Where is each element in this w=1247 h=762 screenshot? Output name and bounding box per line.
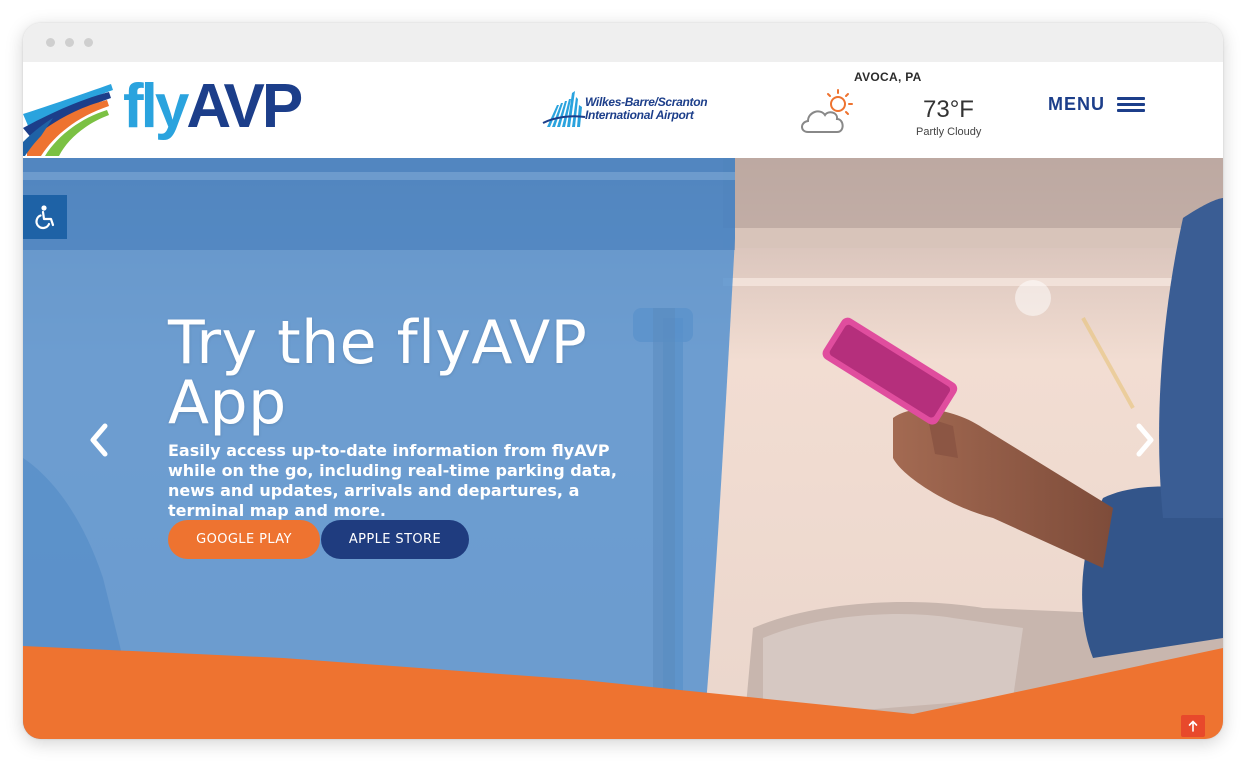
window-dot — [46, 38, 55, 47]
scroll-to-top-button[interactable] — [1181, 715, 1205, 737]
site-header: flyAVP Wilkes-Barre/Scranton Internation… — [23, 62, 1223, 158]
arrow-up-icon — [1188, 720, 1198, 732]
accessibility-button[interactable] — [23, 195, 67, 239]
google-play-button[interactable]: GOOGLE PLAY — [168, 520, 320, 559]
hero-slider: Try the flyAVP App Easily access up-to-d… — [23, 158, 1223, 739]
window-dot — [84, 38, 93, 47]
hamburger-icon — [1117, 96, 1145, 113]
menu-label: MENU — [1048, 94, 1105, 114]
chevron-right-icon — [1136, 423, 1154, 457]
airport-logo[interactable]: Wilkes-Barre/Scranton International Airp… — [541, 87, 721, 131]
airport-wing-icon — [542, 91, 586, 127]
flyavp-logo-text[interactable]: flyAVP — [123, 76, 303, 138]
airport-name-line2: International Airport — [585, 108, 694, 122]
orange-footer-band — [23, 646, 1223, 739]
weather-location: AVOCA, PA — [854, 70, 922, 84]
menu-button[interactable]: MENU — [1048, 94, 1145, 115]
partly-cloudy-icon — [801, 89, 853, 133]
carousel-prev-button[interactable] — [85, 420, 113, 460]
browser-window: flyAVP Wilkes-Barre/Scranton Internation… — [23, 23, 1223, 739]
weather-temperature: 73°F — [923, 96, 974, 123]
apple-store-button[interactable]: APPLE STORE — [321, 520, 469, 559]
weather-condition: Partly Cloudy — [916, 126, 982, 138]
logo-suffix: AVP — [186, 72, 303, 141]
carousel-next-button[interactable] — [1131, 420, 1159, 460]
flyavp-logo-mark[interactable] — [23, 84, 113, 156]
hero-description: Easily access up-to-date information fro… — [168, 441, 617, 520]
window-dot — [65, 38, 74, 47]
hero-title: Try the flyAVP App — [168, 308, 588, 438]
wheelchair-icon — [35, 205, 55, 230]
airport-name: Wilkes-Barre/Scranton International Airp… — [585, 96, 708, 122]
logo-prefix: fly — [123, 72, 189, 141]
browser-chrome — [23, 23, 1223, 62]
chevron-left-icon — [90, 423, 108, 457]
